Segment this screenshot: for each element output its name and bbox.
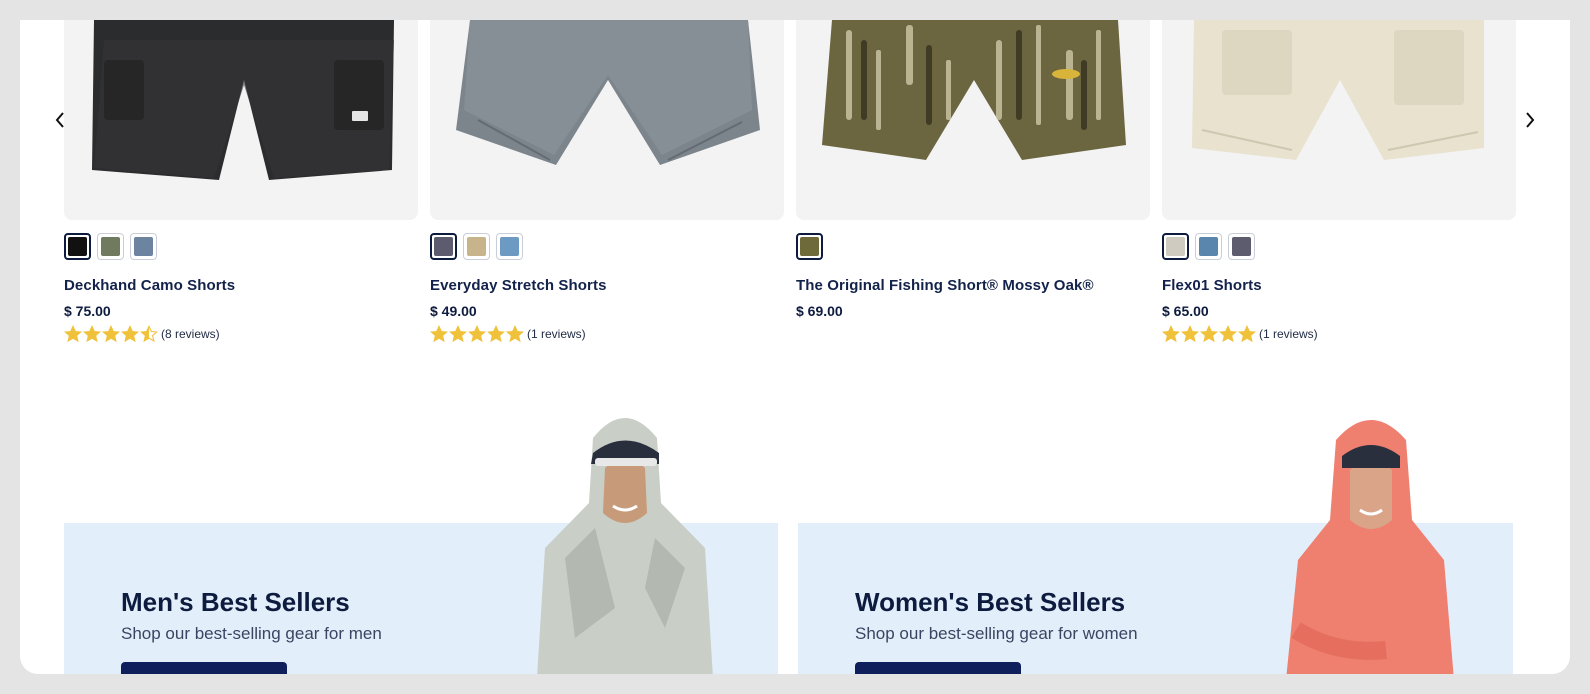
product-image[interactable] xyxy=(64,20,418,220)
star-icon xyxy=(506,325,524,343)
star-rating xyxy=(430,325,525,343)
color-swatch[interactable] xyxy=(796,232,823,260)
color-swatches xyxy=(796,232,1150,260)
star-icon xyxy=(1181,325,1199,343)
review-count[interactable]: (1 reviews) xyxy=(1259,327,1318,341)
star-icon xyxy=(449,325,467,343)
color-swatch[interactable] xyxy=(463,232,490,260)
chevron-right-icon xyxy=(1526,112,1535,128)
review-count[interactable]: (1 reviews) xyxy=(527,327,586,341)
product-price: $ 49.00 xyxy=(430,303,477,319)
promo-title: Women's Best Sellers xyxy=(855,587,1126,617)
shop-men-button[interactable] xyxy=(121,662,287,674)
star-icon xyxy=(1162,325,1180,343)
product-name[interactable]: Deckhand Camo Shorts xyxy=(64,277,418,294)
promo-subtitle: Shop our best-selling gear for men xyxy=(121,624,382,643)
star-icon xyxy=(468,325,486,343)
color-swatch[interactable] xyxy=(496,232,523,260)
color-swatch[interactable] xyxy=(64,232,91,260)
product-rating: (1 reviews) xyxy=(430,325,784,343)
star-rating xyxy=(64,325,159,343)
product-card[interactable]: Flex01 Shorts $ 65.00 (1 reviews) xyxy=(1162,20,1516,343)
star-icon xyxy=(83,325,101,343)
star-icon xyxy=(102,325,120,343)
star-icon xyxy=(487,325,505,343)
color-swatch[interactable] xyxy=(430,232,457,260)
color-swatch[interactable] xyxy=(1162,232,1189,260)
star-icon xyxy=(140,325,158,343)
color-swatches xyxy=(64,232,418,260)
star-icon xyxy=(64,325,82,343)
color-swatch[interactable] xyxy=(130,232,157,260)
star-icon xyxy=(1219,325,1237,343)
product-name[interactable]: The Original Fishing Short® Mossy Oak® xyxy=(796,277,1150,294)
shop-women-button[interactable] xyxy=(855,662,1021,674)
star-icon xyxy=(1200,325,1218,343)
women-model-image xyxy=(1286,420,1454,674)
product-rating: (1 reviews) xyxy=(1162,325,1516,343)
product-name[interactable]: Flex01 Shorts xyxy=(1162,277,1516,294)
product-card[interactable]: Everyday Stretch Shorts $ 49.00 (1 revie… xyxy=(430,20,784,343)
color-swatches xyxy=(1162,232,1516,260)
product-price: $ 69.00 xyxy=(796,303,843,319)
product-price: $ 65.00 xyxy=(1162,303,1209,319)
product-carousel: Deckhand Camo Shorts $ 75.00 (8 reviews) xyxy=(20,20,1570,380)
product-card[interactable]: Deckhand Camo Shorts $ 75.00 (8 reviews) xyxy=(64,20,418,343)
star-rating xyxy=(1162,325,1257,343)
star-icon xyxy=(121,325,139,343)
page-frame: Deckhand Camo Shorts $ 75.00 (8 reviews) xyxy=(20,20,1570,674)
color-swatch[interactable] xyxy=(97,232,124,260)
product-price: $ 75.00 xyxy=(64,303,111,319)
product-name[interactable]: Everyday Stretch Shorts xyxy=(430,277,784,294)
review-count[interactable]: (8 reviews) xyxy=(161,327,220,341)
promo-subtitle: Shop our best-selling gear for women xyxy=(855,624,1138,643)
star-icon xyxy=(430,325,448,343)
promo-title: Men's Best Sellers xyxy=(121,587,350,617)
color-swatch[interactable] xyxy=(1228,232,1255,260)
product-rating: (8 reviews) xyxy=(64,325,418,343)
product-card[interactable]: The Original Fishing Short® Mossy Oak® $… xyxy=(796,20,1150,319)
color-swatches xyxy=(430,232,784,260)
product-image[interactable] xyxy=(430,20,784,220)
men-model-image xyxy=(537,418,713,674)
star-icon xyxy=(1238,325,1256,343)
carousel-next-button[interactable] xyxy=(1516,106,1544,134)
product-image[interactable] xyxy=(796,20,1150,220)
product-image[interactable] xyxy=(1162,20,1516,220)
color-swatch[interactable] xyxy=(1195,232,1222,260)
